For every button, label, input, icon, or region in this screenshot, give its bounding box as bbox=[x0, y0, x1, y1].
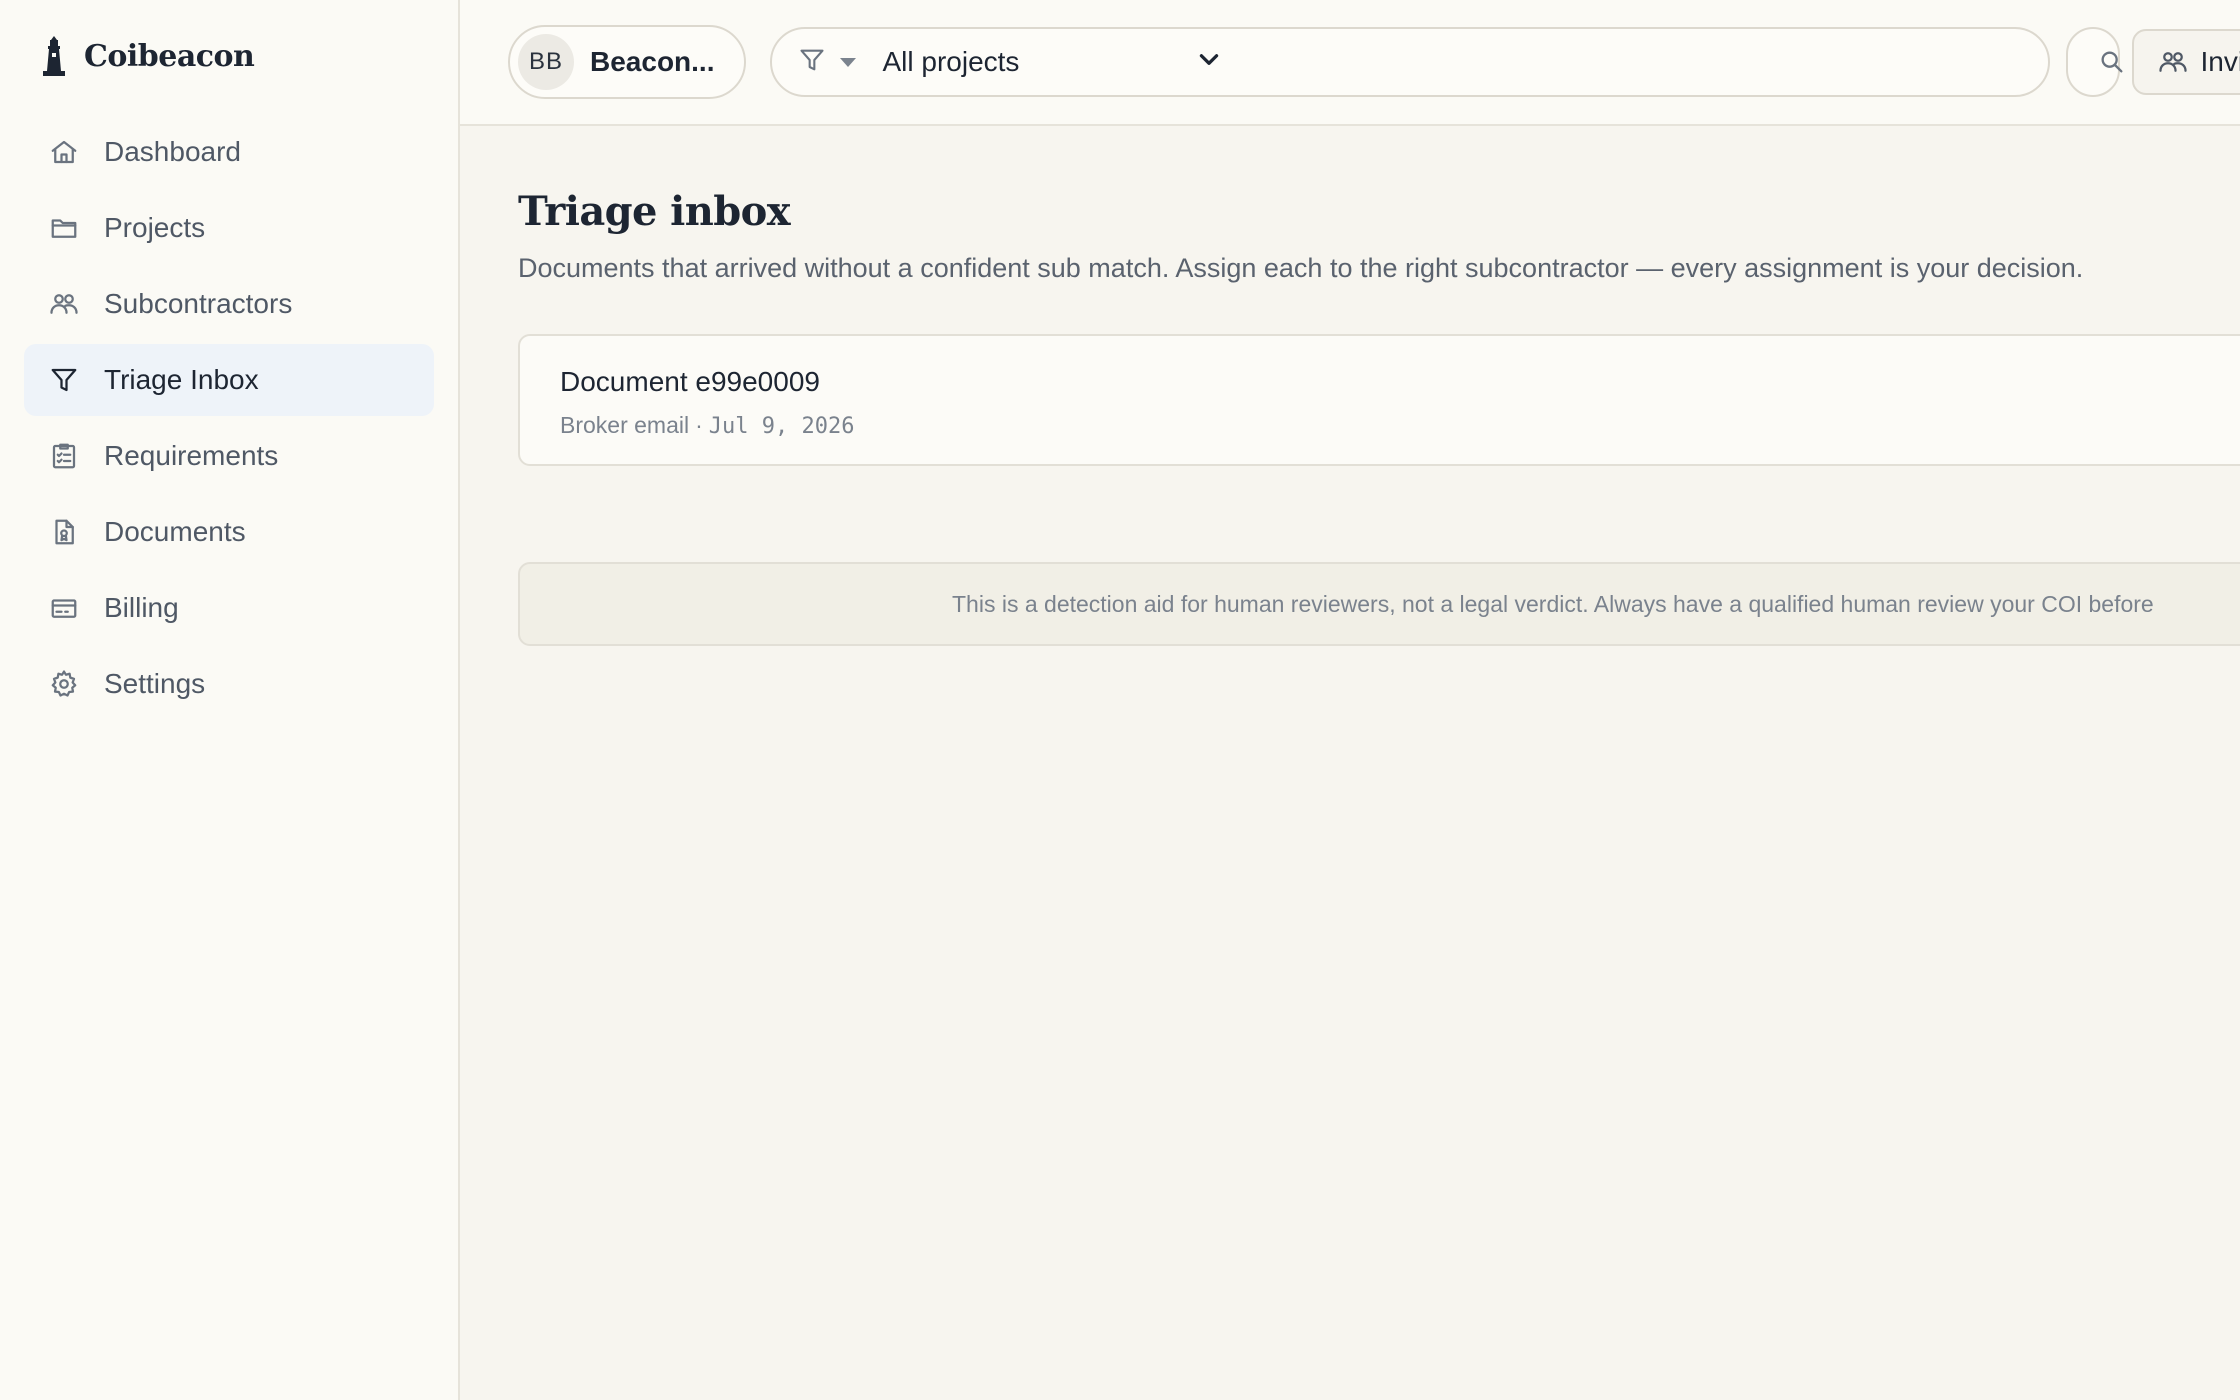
sidebar-item-triage-inbox[interactable]: Triage Inbox bbox=[24, 344, 434, 416]
filter-icon[interactable] bbox=[798, 46, 826, 79]
document-card[interactable]: Document e99e0009 Broker email · Jul 9, … bbox=[518, 334, 2240, 466]
page-subtitle: Documents that arrived without a confide… bbox=[518, 253, 2084, 283]
page-content: Triage inbox Documents that arrived with… bbox=[460, 126, 2240, 646]
invite-button-label: Invit bbox=[2200, 46, 2240, 77]
disclaimer-banner: This is a detection aid for human review… bbox=[518, 562, 2240, 646]
clipboard-list-icon bbox=[48, 440, 80, 472]
document-date: Jul 9, 2026 bbox=[708, 414, 855, 439]
chevron-down-icon bbox=[1196, 46, 1222, 79]
filter-icon bbox=[48, 364, 80, 396]
project-select-value: All projects bbox=[882, 46, 1020, 77]
sidebar-item-label: Triage Inbox bbox=[104, 364, 259, 395]
sidebar: Coibeacon Dashboard Projects Subcontract… bbox=[0, 0, 460, 1400]
sidebar-item-documents[interactable]: Documents bbox=[24, 496, 434, 568]
meta-separator: · bbox=[695, 412, 703, 438]
org-name: Beacon... bbox=[590, 46, 715, 77]
document-title[interactable]: Document e99e0009 bbox=[560, 366, 2240, 398]
search-button[interactable] bbox=[2066, 27, 2123, 97]
document-source: Broker email bbox=[560, 412, 690, 438]
sidebar-item-dashboard[interactable]: Dashboard bbox=[24, 116, 434, 188]
sidebar-item-label: Settings bbox=[104, 668, 206, 699]
brand-name: Coibeacon bbox=[84, 38, 255, 74]
sidebar-item-label: Projects bbox=[104, 212, 206, 243]
gear-icon bbox=[48, 668, 80, 700]
sidebar-item-label: Billing bbox=[104, 592, 179, 623]
document-meta: Broker email · Jul 9, 2026 bbox=[560, 412, 2240, 439]
sidebar-item-projects[interactable]: Projects bbox=[24, 192, 434, 264]
sidebar-nav: Dashboard Projects Subcontractors Triage… bbox=[24, 116, 434, 720]
sidebar-item-subcontractors[interactable]: Subcontractors bbox=[24, 268, 434, 340]
document-icon bbox=[48, 516, 80, 548]
invite-button[interactable]: Invit bbox=[2132, 29, 2240, 95]
brand[interactable]: Coibeacon bbox=[24, 0, 434, 112]
sidebar-item-settings[interactable]: Settings bbox=[24, 648, 434, 720]
caret-down-icon[interactable] bbox=[840, 57, 857, 67]
home-icon bbox=[48, 136, 80, 168]
topbar: BB Beacon... All projects Inv bbox=[460, 0, 2240, 126]
folder-icon bbox=[48, 212, 80, 244]
credit-card-icon bbox=[48, 592, 80, 624]
sidebar-item-requirements[interactable]: Requirements bbox=[24, 420, 434, 492]
lighthouse-icon bbox=[40, 34, 72, 78]
search-icon bbox=[2101, 51, 2123, 73]
sidebar-item-billing[interactable]: Billing bbox=[24, 572, 434, 644]
sidebar-item-label: Subcontractors bbox=[104, 288, 293, 319]
app-shell: Coibeacon Dashboard Projects Subcontract… bbox=[0, 0, 2240, 1400]
sidebar-item-label: Dashboard bbox=[104, 136, 241, 167]
org-switcher[interactable]: BB Beacon... bbox=[508, 25, 747, 99]
users-icon bbox=[2159, 52, 2188, 72]
main-area: BB Beacon... All projects Inv Triage inb… bbox=[460, 0, 2240, 1400]
sidebar-item-label: Documents bbox=[104, 516, 246, 547]
disclaimer-text: This is a detection aid for human review… bbox=[952, 590, 2154, 617]
users-icon bbox=[48, 288, 80, 320]
sidebar-item-label: Requirements bbox=[104, 440, 279, 471]
page-title: Triage inbox bbox=[518, 188, 791, 235]
project-select[interactable]: All projects bbox=[882, 46, 1222, 79]
org-avatar: BB bbox=[518, 34, 574, 90]
project-filter-bar: All projects bbox=[770, 27, 2051, 97]
